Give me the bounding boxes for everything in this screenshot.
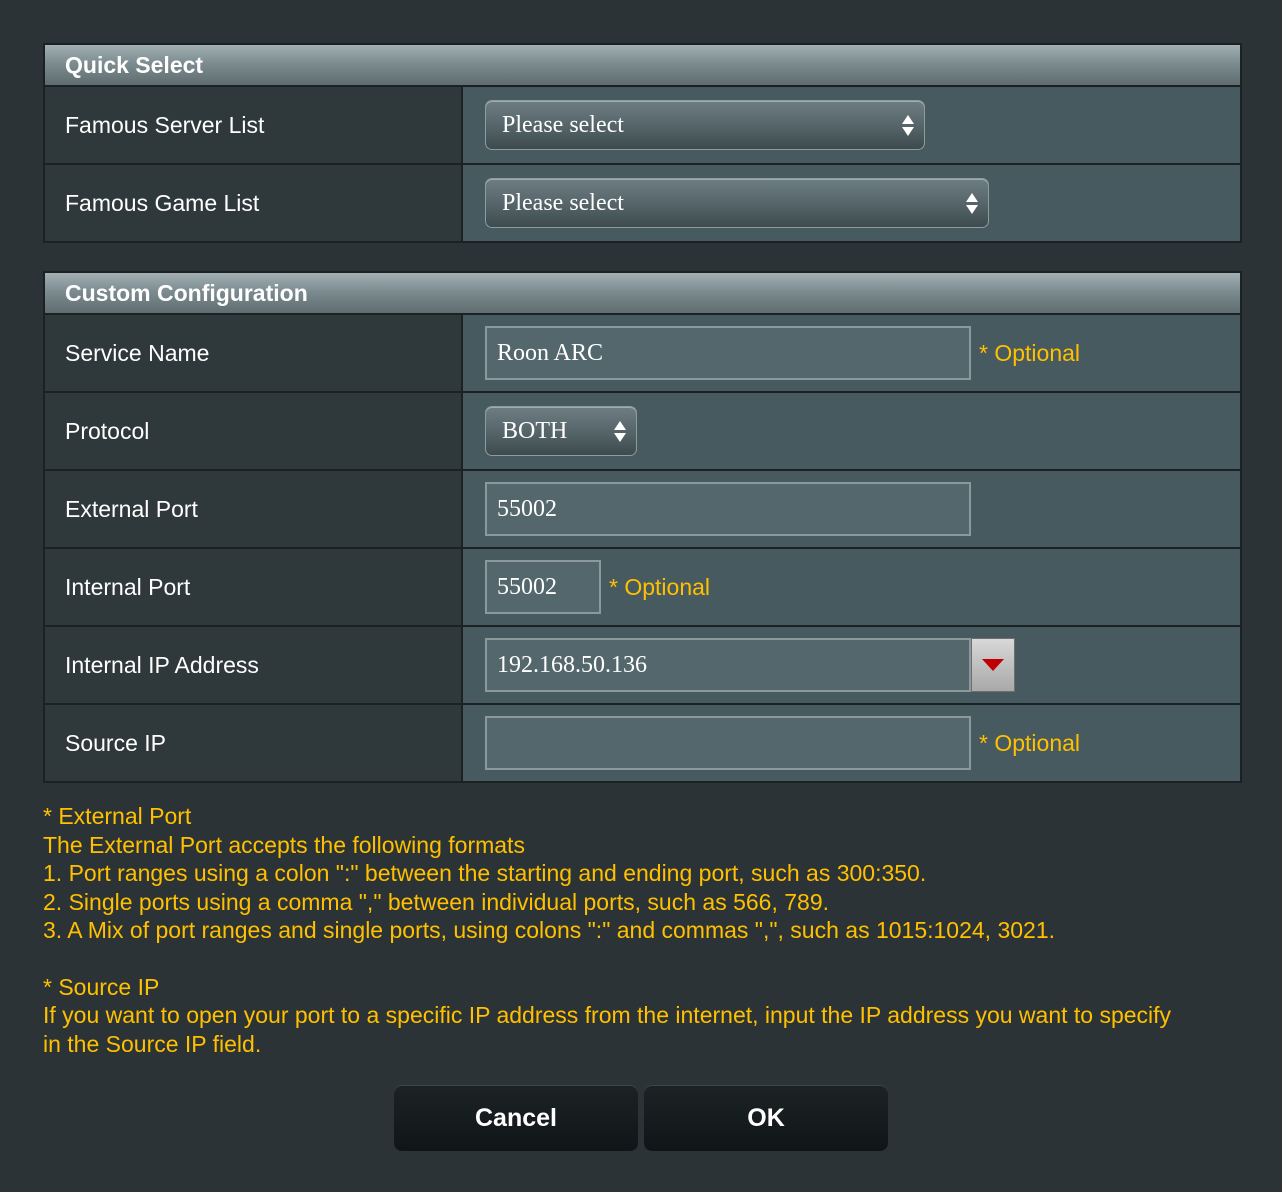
quick-select-header: Quick Select bbox=[45, 45, 1240, 87]
famous-game-row: Famous Game List Please select bbox=[45, 165, 1240, 241]
service-name-row: Service Name * Optional bbox=[45, 315, 1240, 393]
famous-game-select[interactable]: Please select bbox=[485, 178, 989, 228]
famous-game-label: Famous Game List bbox=[45, 165, 463, 241]
source-ip-input[interactable] bbox=[485, 716, 971, 770]
internal-port-input[interactable] bbox=[485, 560, 601, 614]
external-port-note-line: The External Port accepts the following … bbox=[43, 831, 525, 858]
protocol-select-value: BOTH bbox=[502, 417, 568, 444]
protocol-label: Protocol bbox=[45, 393, 463, 469]
source-ip-label: Source IP bbox=[45, 705, 463, 781]
service-name-input[interactable] bbox=[485, 326, 971, 380]
internal-port-label: Internal Port bbox=[45, 549, 463, 625]
port-forwarding-dialog: Quick Select Famous Server List Please s… bbox=[2, 2, 1280, 1190]
external-port-label: External Port bbox=[45, 471, 463, 547]
source-ip-optional-note: * Optional bbox=[979, 729, 1081, 756]
ok-button[interactable]: OK bbox=[644, 1085, 888, 1151]
external-port-row: External Port bbox=[45, 471, 1240, 549]
updown-arrows-icon bbox=[966, 192, 978, 214]
source-ip-note-line: If you want to open your port to a speci… bbox=[43, 1002, 1172, 1028]
famous-server-select-value: Please select bbox=[502, 111, 624, 138]
internal-ip-row: Internal IP Address bbox=[45, 627, 1240, 705]
source-ip-note-line: in the Source IP field. bbox=[43, 1030, 262, 1057]
external-port-note-line: 3. A Mix of port ranges and single ports… bbox=[43, 917, 1056, 943]
internal-ip-label: Internal IP Address bbox=[45, 627, 463, 703]
internal-ip-input[interactable] bbox=[485, 638, 971, 692]
help-notes: * External Port The External Port accept… bbox=[43, 802, 1243, 1058]
external-port-input[interactable] bbox=[485, 482, 971, 536]
internal-port-row: Internal Port * Optional bbox=[45, 549, 1240, 627]
source-ip-note-title: * Source IP bbox=[43, 973, 160, 1000]
protocol-select[interactable]: BOTH bbox=[485, 406, 637, 456]
famous-server-select[interactable]: Please select bbox=[485, 100, 925, 150]
cancel-button[interactable]: Cancel bbox=[394, 1085, 638, 1151]
quick-select-table: Quick Select Famous Server List Please s… bbox=[43, 43, 1242, 243]
famous-game-select-value: Please select bbox=[502, 189, 624, 216]
famous-server-label: Famous Server List bbox=[45, 87, 463, 163]
famous-server-row: Famous Server List Please select bbox=[45, 87, 1240, 165]
internal-ip-dropdown-button[interactable] bbox=[971, 638, 1015, 692]
internal-port-optional-note: * Optional bbox=[609, 573, 711, 600]
updown-arrows-icon bbox=[614, 420, 626, 442]
external-port-note-title: * External Port bbox=[43, 803, 192, 829]
protocol-row: Protocol BOTH bbox=[45, 393, 1240, 471]
service-name-optional-note: * Optional bbox=[979, 339, 1081, 366]
custom-configuration-header: Custom Configuration bbox=[45, 273, 1240, 315]
external-port-note-line: 2. Single ports using a comma "," betwee… bbox=[43, 888, 829, 915]
custom-configuration-table: Custom Configuration Service Name * Opti… bbox=[43, 271, 1242, 783]
external-port-note-line: 1. Port ranges using a colon ":" between… bbox=[43, 860, 927, 886]
updown-arrows-icon bbox=[902, 114, 914, 136]
service-name-label: Service Name bbox=[45, 315, 463, 391]
dropdown-arrow-icon bbox=[982, 659, 1004, 671]
source-ip-row: Source IP * Optional bbox=[45, 705, 1240, 781]
